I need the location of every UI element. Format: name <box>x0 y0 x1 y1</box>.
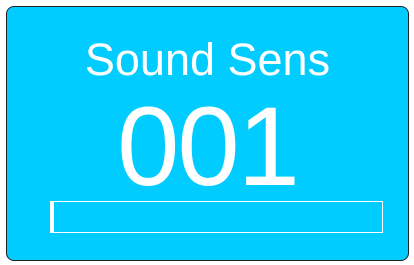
sensor-value-readout: 001 <box>117 84 300 209</box>
sound-sensor-panel: Sound Sens 001 <box>6 6 409 261</box>
sound-level-bar-fill <box>51 202 55 232</box>
sensor-title: Sound Sens <box>84 34 331 85</box>
sound-level-bar <box>50 201 383 233</box>
